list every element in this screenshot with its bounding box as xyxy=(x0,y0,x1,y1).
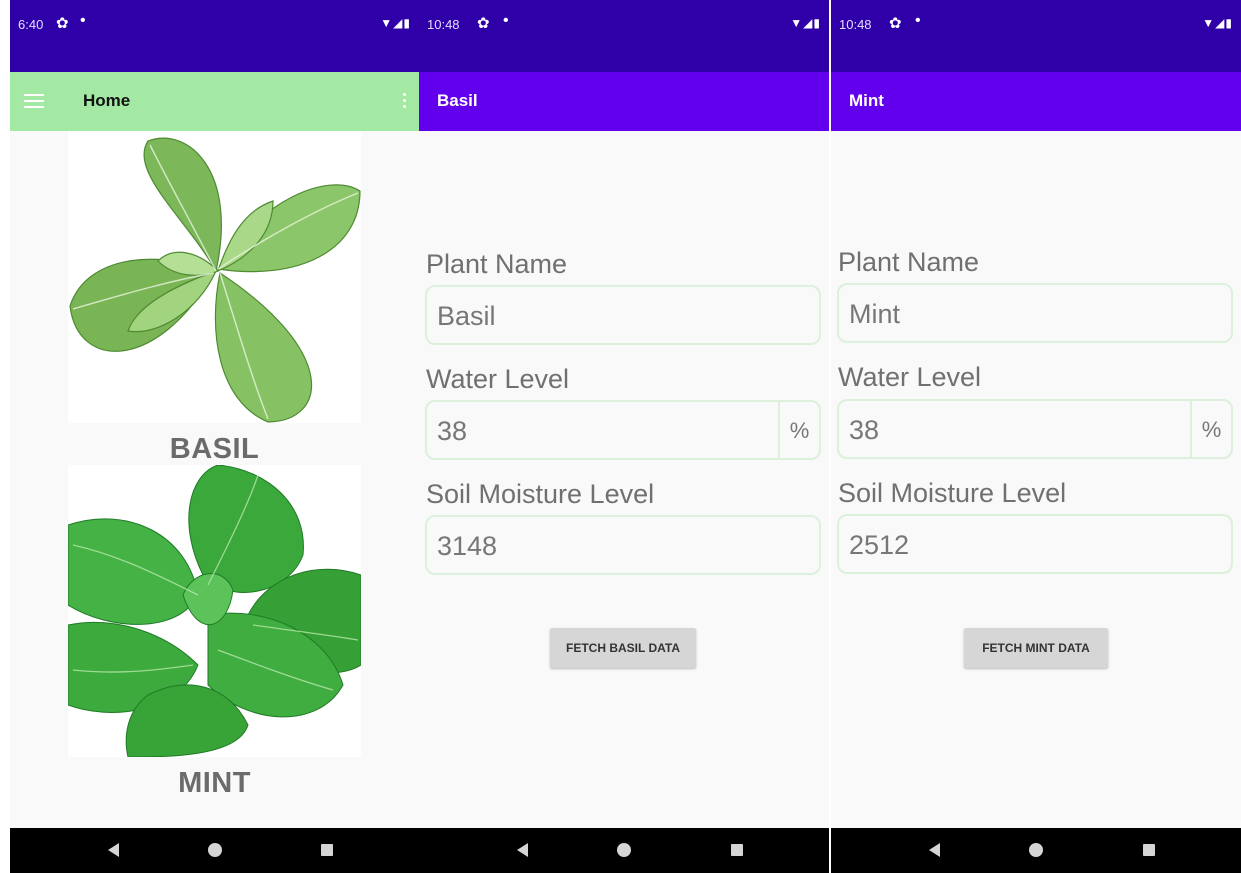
battery-icon: ▮ xyxy=(403,16,411,30)
soil-moisture-label: Soil Moisture Level xyxy=(426,479,655,509)
navigation-bar xyxy=(10,828,419,873)
recents-icon[interactable] xyxy=(730,844,743,856)
percent-suffix: % xyxy=(1190,401,1231,457)
signal-icon: ◢ xyxy=(393,16,404,30)
battery-icon: ▮ xyxy=(813,16,821,30)
navigation-bar xyxy=(419,828,829,873)
basil-screen: 10:48 ✿ • ▼◢▮ Basil Plant Name Basil Wat… xyxy=(419,0,829,873)
notification-dot-icon: • xyxy=(503,12,509,29)
app-bar: Home xyxy=(10,72,419,131)
plant-name-value: Mint xyxy=(849,299,901,329)
status-bar: 10:48 ✿ • ▼◢▮ xyxy=(419,0,829,72)
plant-label-mint: MINT xyxy=(178,767,251,799)
recents-icon[interactable] xyxy=(320,844,333,856)
notification-dot-icon: • xyxy=(80,12,86,29)
system-icons: ▼◢▮ xyxy=(1202,16,1233,30)
plant-label-basil: BASIL xyxy=(169,433,260,465)
back-icon[interactable] xyxy=(517,843,529,857)
plant-card-mint[interactable]: MINT xyxy=(67,464,362,800)
home-icon[interactable] xyxy=(1029,843,1043,857)
notification-dot-icon: • xyxy=(915,12,921,29)
wifi-icon: ▼ xyxy=(1202,16,1216,30)
back-icon[interactable] xyxy=(929,843,941,857)
page-title: Mint xyxy=(849,91,884,110)
menu-icon[interactable] xyxy=(24,94,44,108)
navigation-bar xyxy=(831,828,1241,873)
battery-icon: ▮ xyxy=(1225,16,1233,30)
signal-icon: ◢ xyxy=(1215,16,1226,30)
system-icons: ▼◢▮ xyxy=(380,16,411,30)
app-bar: Mint xyxy=(831,72,1241,131)
soil-moisture-value: 2512 xyxy=(849,530,910,560)
water-level-label: Water Level xyxy=(838,362,982,392)
home-icon[interactable] xyxy=(207,843,222,857)
page-title: Home xyxy=(83,91,131,110)
water-level-label: Water Level xyxy=(426,364,570,394)
recents-icon[interactable] xyxy=(1142,844,1155,856)
water-level-value: 38 xyxy=(849,415,880,445)
settings-icon: ✿ xyxy=(56,15,69,32)
page-title: Basil xyxy=(437,91,478,110)
mint-image[interactable] xyxy=(67,464,362,758)
plant-detail: Plant Name Mint Water Level 38 % Soil Mo… xyxy=(831,131,1241,835)
water-level-value: 38 xyxy=(437,416,468,446)
basil-image[interactable] xyxy=(68,131,361,423)
status-time: 10:48 xyxy=(839,17,872,32)
home-icon[interactable] xyxy=(617,843,631,857)
status-bar: 10:48 ✿ • ▼◢▮ xyxy=(831,0,1241,72)
percent-suffix: % xyxy=(778,402,819,458)
plant-name-value: Basil xyxy=(437,301,496,331)
plant-name-field[interactable]: Mint xyxy=(837,283,1233,343)
overflow-menu-icon[interactable] xyxy=(403,93,407,109)
settings-icon: ✿ xyxy=(889,15,902,32)
back-icon[interactable] xyxy=(108,843,120,857)
wifi-icon: ▼ xyxy=(790,16,804,30)
water-level-field[interactable]: 38 % xyxy=(837,399,1233,459)
plant-card-basil[interactable]: BASIL xyxy=(68,131,361,466)
soil-moisture-label: Soil Moisture Level xyxy=(838,478,1067,508)
signal-icon: ◢ xyxy=(803,16,814,30)
app-bar: Basil xyxy=(419,72,829,131)
soil-moisture-value: 3148 xyxy=(437,531,498,561)
soil-moisture-field[interactable]: 3148 xyxy=(425,515,821,575)
plant-list: BASIL MINT xyxy=(10,131,419,835)
plant-name-label: Plant Name xyxy=(838,247,980,277)
system-icons: ▼◢▮ xyxy=(790,16,821,30)
water-level-field[interactable]: 38 % xyxy=(425,400,821,460)
home-screen: 6:40 ✿ • ▼◢▮ Home BASIL MINT xyxy=(10,0,419,873)
status-bar: 6:40 ✿ • ▼◢▮ xyxy=(10,0,419,72)
mint-screen: 10:48 ✿ • ▼◢▮ Mint Plant Name Mint Water… xyxy=(831,0,1241,873)
status-time: 10:48 xyxy=(427,17,460,32)
fetch-mint-data-button[interactable]: FETCH MINT DATA xyxy=(964,628,1108,668)
fetch-basil-data-button[interactable]: FETCH BASIL DATA xyxy=(550,628,696,668)
plant-name-field[interactable]: Basil xyxy=(425,285,821,345)
plant-name-label: Plant Name xyxy=(426,249,568,279)
settings-icon: ✿ xyxy=(477,15,490,32)
plant-detail: Plant Name Basil Water Level 38 % Soil M… xyxy=(419,131,829,835)
status-time: 6:40 xyxy=(18,17,44,32)
wifi-icon: ▼ xyxy=(380,16,394,30)
soil-moisture-field[interactable]: 2512 xyxy=(837,514,1233,574)
